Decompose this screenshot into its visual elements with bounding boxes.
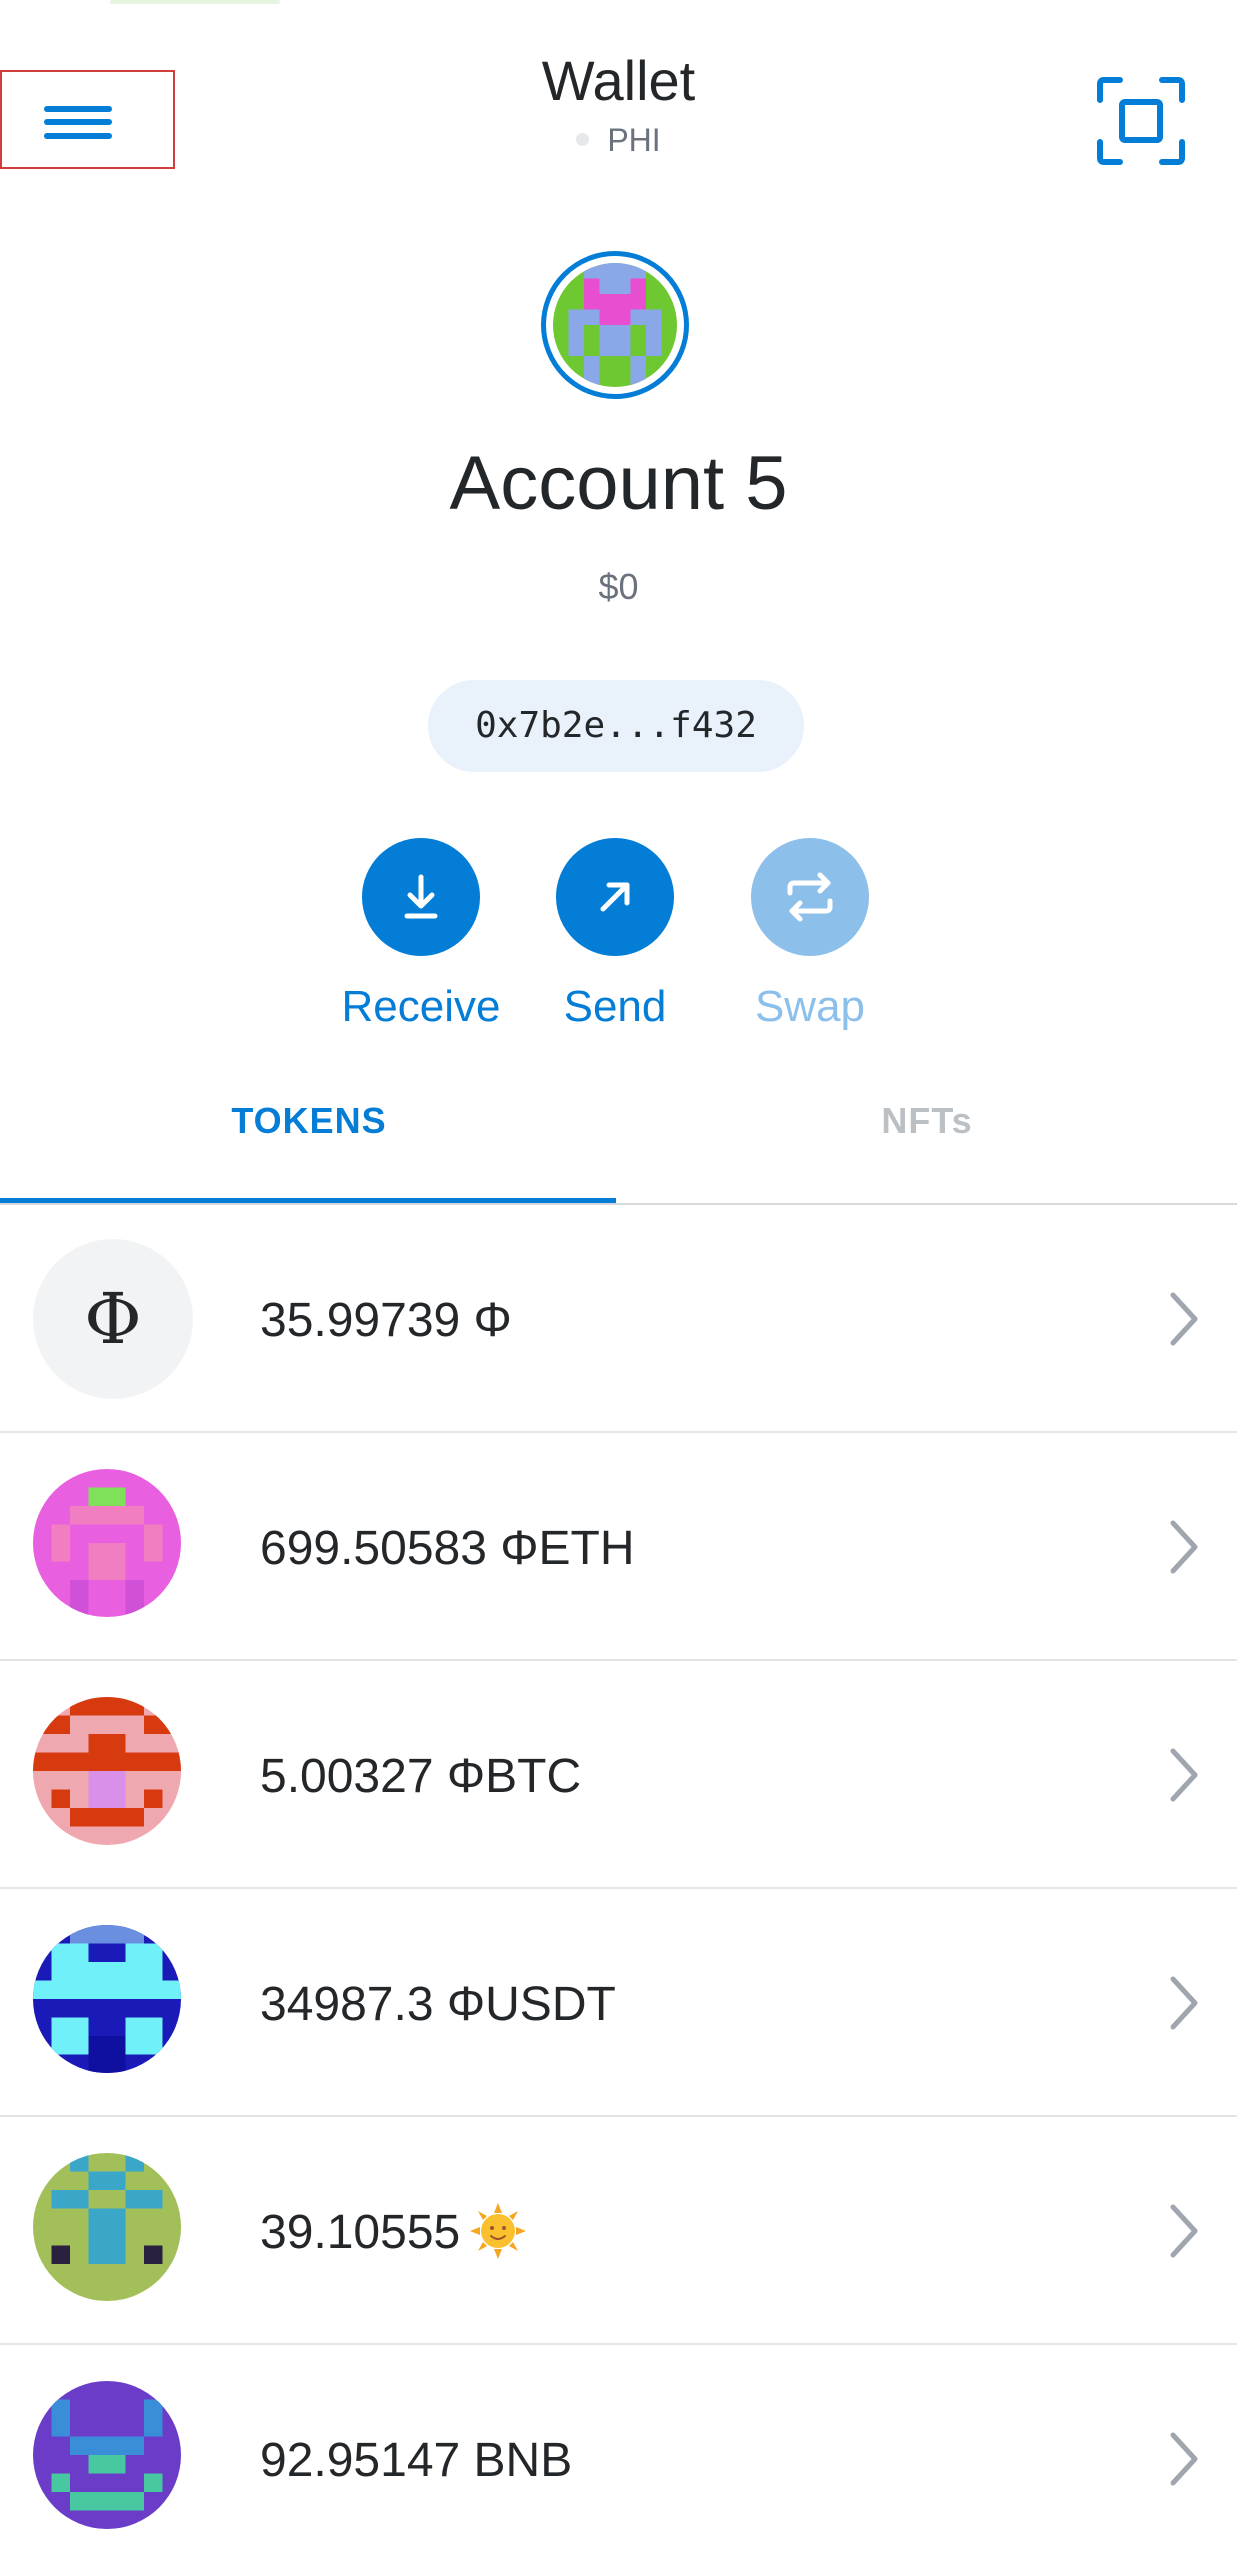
sun-face-icon <box>470 2203 527 2260</box>
pheth-token-icon <box>33 1469 181 1617</box>
tab-tokens[interactable]: TOKENS <box>0 1100 618 1142</box>
token-amount: 699.50583 ΦETH <box>260 1522 635 1575</box>
address-pill[interactable]: 0x7b2e...f432 <box>428 680 804 772</box>
token-amount: 92.95147 BNB <box>260 2434 573 2487</box>
receive-label: Receive <box>341 982 501 1031</box>
token-row-phusdt[interactable]: 34987.3 ΦUSDT <box>0 1889 1237 2117</box>
chevron-right-icon <box>1170 2432 1198 2486</box>
phi-glyph: Φ <box>84 1278 142 1360</box>
bnb-token-icon <box>33 2381 181 2529</box>
chevron-right-icon <box>1170 1292 1198 1346</box>
token-row-bnb[interactable]: 92.95147 BNB <box>0 2345 1237 2573</box>
network-name: PHI <box>607 122 661 158</box>
token-row-phbtc[interactable]: 5.00327 ΦBTC <box>0 1661 1237 1889</box>
account-name[interactable]: Account 5 <box>0 440 1237 527</box>
swap-button[interactable]: Swap <box>715 838 905 1032</box>
chevron-right-icon <box>1170 2204 1198 2258</box>
phbtc-token-icon <box>33 1697 181 1845</box>
send-circle <box>556 838 674 956</box>
phi-token-icon: Φ <box>33 1239 193 1399</box>
phusdt-token-icon <box>33 1925 181 2073</box>
token-row-sun[interactable]: 39.10555 <box>0 2117 1237 2345</box>
status-bar-indicator <box>110 0 280 4</box>
token-amount-value: 39.10555 <box>260 2206 461 2259</box>
send-button[interactable]: Send <box>520 838 710 1032</box>
token-row-phi[interactable]: Φ 35.99739 Φ <box>0 1205 1237 1433</box>
account-avatar[interactable] <box>541 251 689 399</box>
tab-nfts[interactable]: NFTs <box>618 1100 1236 1142</box>
send-label: Send <box>563 982 667 1031</box>
scan-qr-icon <box>1097 77 1185 165</box>
token-amount: 5.00327 ΦBTC <box>260 1750 582 1803</box>
swap-circle <box>751 838 869 956</box>
page-title: Wallet <box>541 49 696 112</box>
download-icon <box>404 874 438 919</box>
token-amount: 39.10555 <box>260 2203 527 2263</box>
sun-token-icon <box>33 2153 181 2301</box>
token-amount: 35.99739 Φ <box>260 1294 512 1347</box>
scan-button[interactable] <box>1096 76 1186 166</box>
token-row-pheth[interactable]: 699.50583 ΦETH <box>0 1433 1237 1661</box>
identicon <box>553 263 677 387</box>
token-amount: 34987.3 ΦUSDT <box>260 1978 616 2031</box>
chevron-right-icon <box>1170 1748 1198 1802</box>
arrow-up-right-icon <box>600 882 630 912</box>
account-balance: $0 <box>598 566 639 607</box>
network-indicator[interactable]: PHI <box>0 122 1237 159</box>
chevron-right-icon <box>1170 1976 1198 2030</box>
chevron-right-icon <box>1170 1520 1198 1574</box>
receive-button[interactable]: Receive <box>326 838 516 1032</box>
network-status-dot <box>576 133 590 147</box>
swap-label: Swap <box>754 982 866 1031</box>
swap-arrows-icon <box>787 872 833 922</box>
receive-circle <box>362 838 480 956</box>
